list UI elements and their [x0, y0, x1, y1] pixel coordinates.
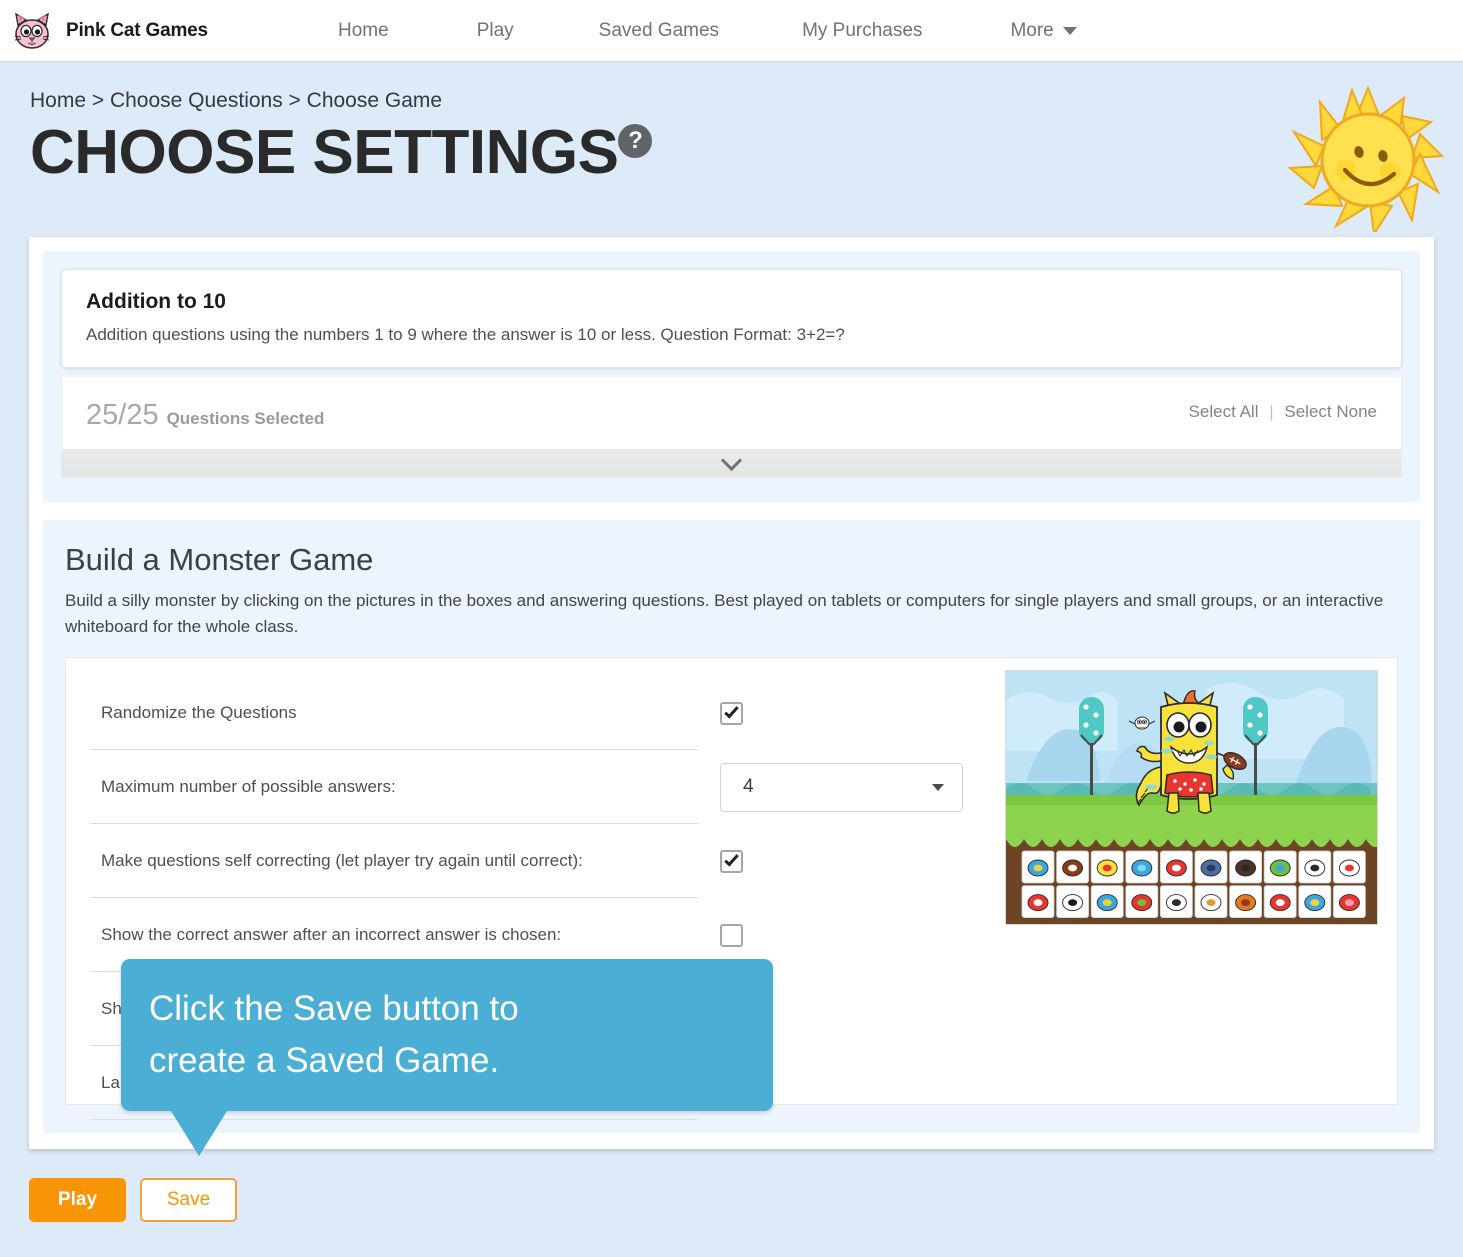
setting-control-randomize [720, 701, 743, 725]
tooltip-pointer [171, 1111, 227, 1156]
tooltip-line-1: Click the Save button to [149, 989, 519, 1028]
question-set-section: Addition to 10 Addition questions using … [43, 251, 1420, 502]
pink-cat-logo-icon [10, 10, 54, 52]
chevron-down-icon [1062, 26, 1077, 35]
chevron-down-icon [932, 783, 944, 791]
brand-label: Pink Cat Games [66, 19, 208, 41]
nav-item-play[interactable]: Play [477, 20, 514, 42]
setting-control-self-correcting [720, 849, 743, 873]
select-none-link[interactable]: Select None [1284, 402, 1377, 421]
nav-item-more-label: More [1010, 19, 1054, 41]
nav-item-home[interactable]: Home [338, 20, 389, 42]
page-title-group: CHOOSE SETTINGS ? [30, 118, 653, 187]
game-description: Build a silly monster by clicking on the… [65, 591, 1384, 636]
questions-selected-counter: 25/25 Questions Selected [86, 399, 324, 432]
question-set-card[interactable]: Addition to 10 Addition questions using … [61, 269, 1402, 368]
help-icon[interactable]: ? [618, 124, 653, 158]
questions-selected-label: Questions Selected [166, 409, 325, 428]
play-button[interactable]: Play [29, 1178, 126, 1222]
save-button[interactable]: Save [140, 1178, 237, 1222]
selection-separator: | [1269, 402, 1274, 421]
max-answers-select[interactable]: 4 [720, 762, 963, 812]
nav-item-my-purchases[interactable]: My Purchases [802, 20, 922, 42]
expand-questions-button[interactable] [62, 449, 1401, 477]
game-title: Build a Monster Game [65, 542, 374, 577]
questions-selected-count: 25/25 [86, 399, 159, 431]
page-header: Home > Choose Questions > Choose Game CH… [0, 62, 1463, 237]
setting-label-self-correcting: Make questions self correcting (let play… [90, 824, 698, 898]
select-all-link[interactable]: Select All [1189, 402, 1259, 421]
setting-label-max-answers: Maximum number of possible answers: [90, 750, 698, 824]
build-a-monster-preview-image [1005, 670, 1378, 925]
show-correct-answer-checkbox[interactable] [720, 923, 743, 947]
setting-control-max-answers: 4 [720, 762, 963, 812]
nav-item-saved-games[interactable]: Saved Games [599, 20, 719, 42]
max-answers-value: 4 [743, 776, 754, 797]
nav-links: Home Play Saved Games My Purchases More [270, 20, 1077, 42]
save-instruction-tooltip: Click the Save button to create a Saved … [121, 959, 773, 1156]
selection-actions: Select All | Select None [1189, 402, 1377, 422]
smiling-sun-icon [1273, 82, 1463, 237]
nav-item-more[interactable]: More [1010, 19, 1077, 42]
setting-control-show-correct-answer [720, 923, 743, 947]
breadcrumb[interactable]: Home > Choose Questions > Choose Game [30, 89, 442, 113]
check-icon [724, 851, 739, 867]
check-icon [724, 703, 739, 719]
question-set-title: Addition to 10 [86, 290, 226, 313]
tooltip-line-2: create a Saved Game. [149, 1040, 500, 1080]
question-set-description: Addition questions using the numbers 1 t… [86, 325, 845, 344]
footer-actions: Play Save [29, 1178, 237, 1222]
brand-logo-link[interactable]: Pink Cat Games [10, 10, 270, 52]
chevron-down-icon [720, 449, 743, 471]
page-title: CHOOSE SETTINGS [30, 118, 619, 187]
question-selection-bar: 25/25 Questions Selected Select All | Se… [61, 377, 1402, 478]
setting-label-randomize: Randomize the Questions [90, 676, 698, 750]
top-navigation-bar: Pink Cat Games Home Play Saved Games My … [0, 0, 1463, 62]
self-correcting-checkbox[interactable] [720, 849, 743, 873]
randomize-questions-checkbox[interactable] [720, 701, 743, 725]
